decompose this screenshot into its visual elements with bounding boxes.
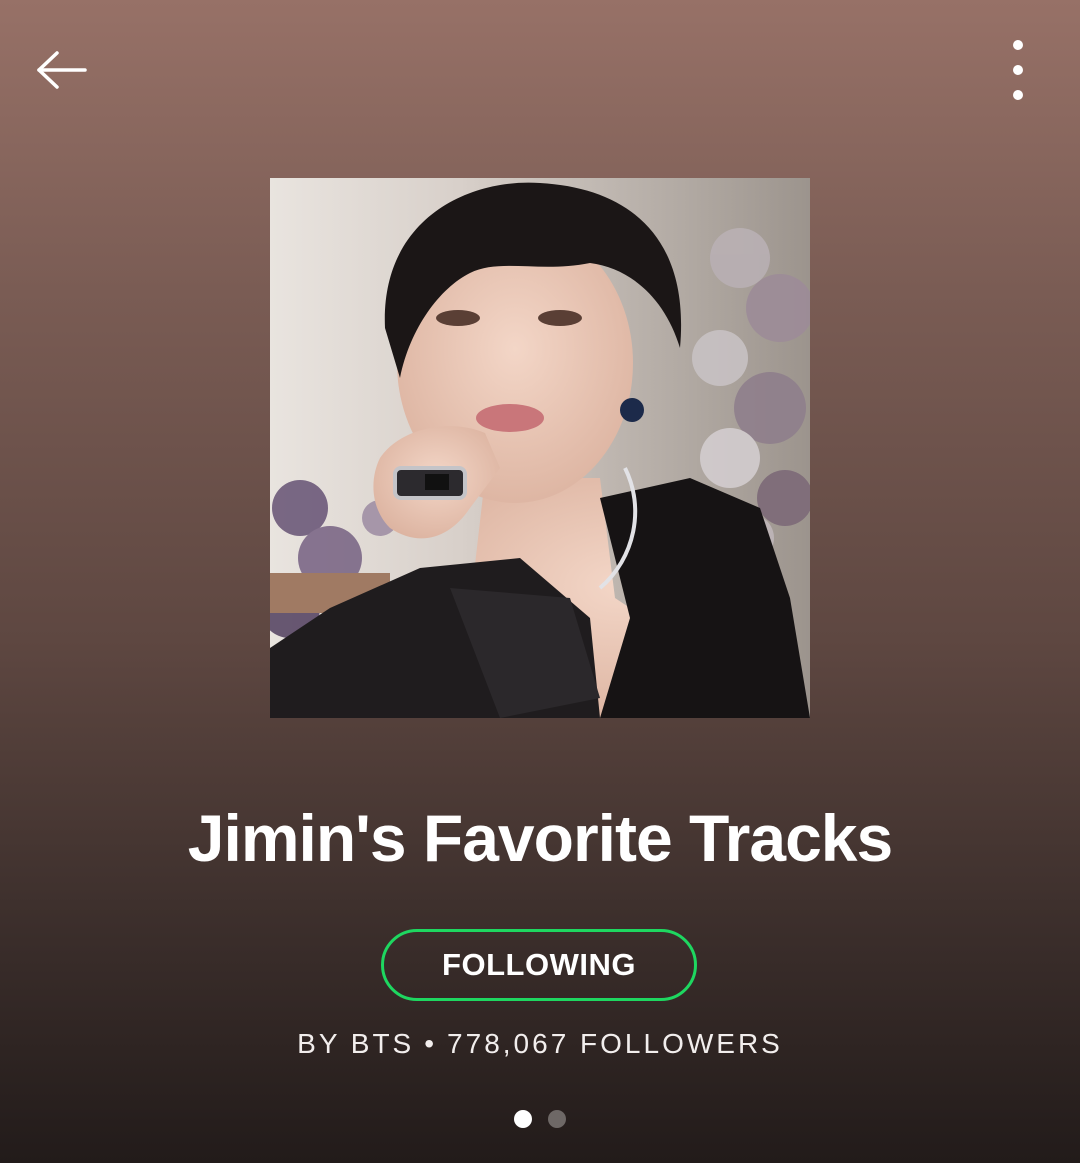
more-vertical-icon	[1013, 40, 1023, 100]
page-dot-active[interactable]	[514, 1110, 532, 1128]
followers-count: 778,067 FOLLOWERS	[447, 1028, 783, 1059]
playlist-title: Jimin's Favorite Tracks	[187, 801, 893, 875]
top-bar	[0, 0, 1080, 140]
back-button[interactable]	[26, 40, 96, 100]
playlist-meta: BY BTS • 778,067 FOLLOWERS	[0, 1024, 1080, 1064]
arrow-left-icon	[37, 51, 87, 89]
page-dot[interactable]	[548, 1110, 566, 1128]
following-button[interactable]: FOLLOWING	[381, 929, 697, 1001]
page-indicator	[0, 1110, 1080, 1128]
more-options-button[interactable]	[988, 30, 1048, 110]
owner-text[interactable]: BY BTS	[297, 1028, 414, 1059]
meta-separator: •	[424, 1028, 438, 1059]
playlist-cover-image	[270, 178, 810, 718]
